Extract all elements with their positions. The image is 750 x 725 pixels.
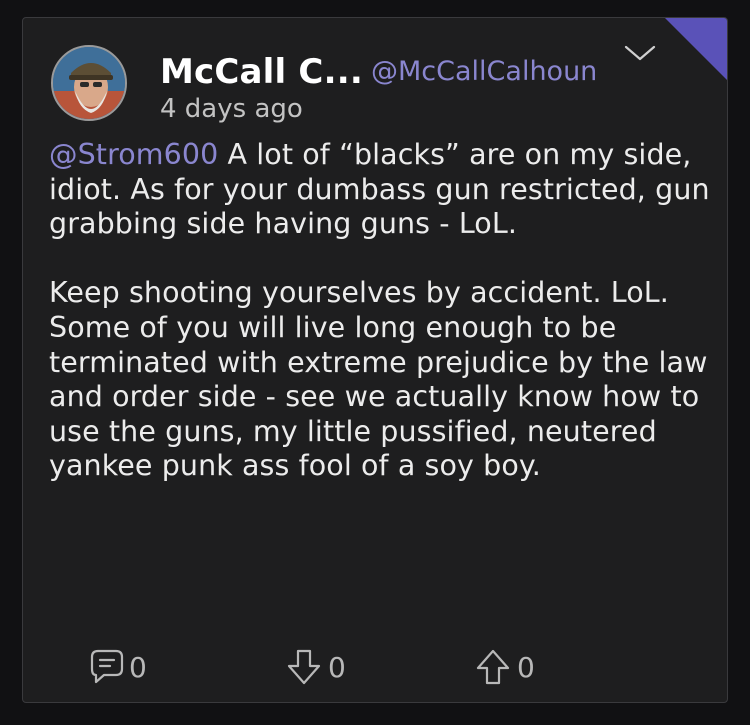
post-actions: 0 0 0 (89, 647, 609, 687)
mention-link[interactable]: @Strom600 (49, 138, 218, 171)
author-display-name[interactable]: McCall C... (160, 52, 363, 92)
avatar[interactable] (51, 45, 127, 121)
arrow-up-icon (473, 647, 513, 687)
downvote-button[interactable]: 0 (284, 647, 346, 687)
comment-count: 0 (129, 650, 147, 684)
avatar-image (53, 47, 125, 119)
upvote-button[interactable]: 0 (473, 647, 535, 687)
downvote-count: 0 (328, 650, 346, 684)
arrow-down-icon (284, 647, 324, 687)
post-timestamp[interactable]: 4 days ago (160, 94, 303, 124)
post-paragraph-2: Keep shooting yourselves by accident. Lo… (49, 276, 708, 483)
chevron-down-icon[interactable] (623, 42, 657, 64)
comment-button[interactable]: 0 (89, 647, 147, 687)
post-card: McCall C... @McCallCalhoun 4 days ago @S… (22, 17, 728, 703)
post-body: @Strom600 A lot of “blacks” are on my si… (49, 138, 714, 484)
comment-bubble-icon (89, 647, 125, 687)
post-paragraph-1: @Strom600 A lot of “blacks” are on my si… (49, 138, 714, 242)
upvote-count: 0 (517, 650, 535, 684)
author-handle[interactable]: @McCallCalhoun (371, 56, 597, 87)
corner-ribbon (665, 18, 727, 80)
